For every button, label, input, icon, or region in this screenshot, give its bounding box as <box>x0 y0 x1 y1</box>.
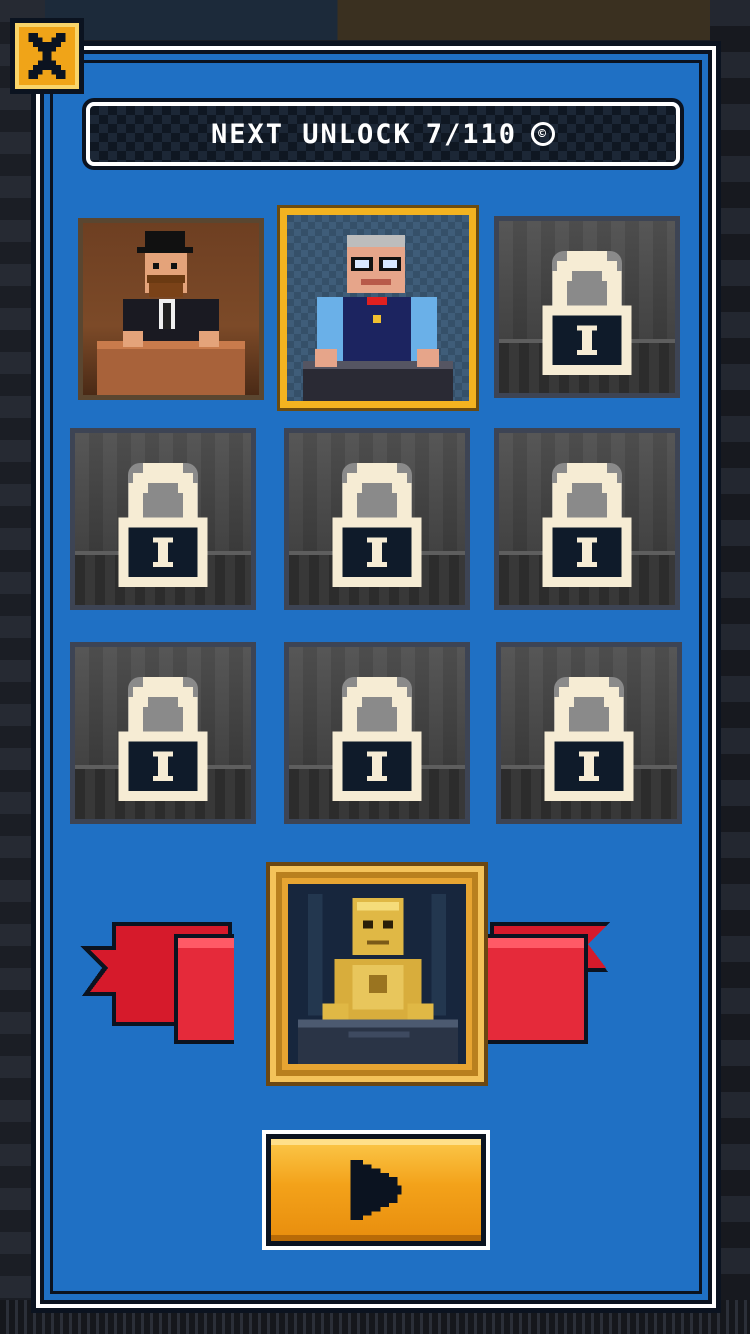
background-top <box>0 0 750 40</box>
ribbon-right <box>460 922 610 1044</box>
close-icon <box>28 33 66 79</box>
next-unlock-banner: NEXT UNLOCK 7/110 © <box>86 102 680 166</box>
next-unlock-label: NEXT UNLOCK <box>210 118 412 150</box>
bowler-hat-man-portrait <box>97 231 245 395</box>
coin-icon: © <box>531 122 556 146</box>
lock-icon <box>332 463 422 587</box>
character-tile-3[interactable] <box>494 216 680 398</box>
play-icon <box>350 1160 402 1220</box>
lock-icon <box>332 677 422 801</box>
lock-icon <box>118 463 208 587</box>
reward-preview-frame[interactable] <box>266 862 488 1086</box>
lock-icon <box>542 251 632 375</box>
character-tile-7[interactable] <box>70 642 256 824</box>
golden-robot-portrait <box>288 884 466 1064</box>
background-right <box>710 0 750 1334</box>
character-tile-5[interactable] <box>284 428 470 610</box>
glasses-man-portrait <box>303 235 453 401</box>
character-tile-8[interactable] <box>284 642 470 824</box>
character-tile-4[interactable] <box>70 428 256 610</box>
ribbon-left <box>80 922 234 1044</box>
close-button[interactable] <box>10 18 84 94</box>
lock-icon <box>118 677 208 801</box>
character-tile-2[interactable] <box>280 208 476 408</box>
character-tile-6[interactable] <box>494 428 680 610</box>
lock-icon <box>542 463 632 587</box>
unlock-progress: 7/110 <box>425 118 518 150</box>
lock-icon <box>544 677 634 801</box>
play-button[interactable] <box>266 1134 486 1246</box>
character-tile-9[interactable] <box>496 642 682 824</box>
character-tile-1[interactable] <box>78 218 264 400</box>
